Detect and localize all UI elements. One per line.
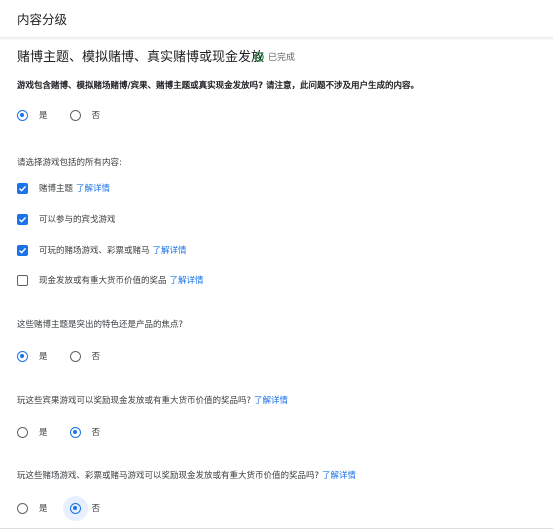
question-5-label: 玩这些赌场游戏、彩票或赌马游戏可以奖励现金发放或有重大货币价值的奖品吗?	[17, 471, 320, 481]
question-5-radio-group: 是 否	[17, 495, 122, 521]
learn-more-link[interactable]: 了解详情	[153, 244, 187, 256]
page-header: 内容分级	[0, 0, 553, 38]
q3-option-yes-label: 是	[39, 352, 48, 362]
checkbox-bingo[interactable]	[17, 213, 28, 225]
q5-option-yes[interactable]: 是	[17, 502, 48, 514]
q5-option-yes-label: 是	[39, 504, 48, 514]
checkbox-casino-games[interactable]	[17, 244, 28, 256]
q1-radio-no[interactable]	[69, 109, 81, 121]
checkbox-cash-prizes-label: 现金发放或有重大货币价值的奖品	[39, 276, 167, 286]
question-4-radio-group: 是 否	[17, 426, 122, 438]
learn-more-link[interactable]: 了解详情	[170, 274, 204, 286]
q1-option-yes[interactable]: 是	[17, 109, 48, 121]
check-circle-icon	[254, 51, 264, 62]
q4-radio-yes[interactable]	[17, 426, 28, 438]
q5-radio-yes[interactable]	[17, 502, 28, 514]
learn-more-link[interactable]: 了解详情	[76, 182, 110, 194]
q1-radio-yes[interactable]	[17, 109, 28, 121]
q1-option-no[interactable]: 否	[69, 109, 101, 121]
question-1-text: 游戏包含赌博、模拟赌场赌博/宾果、赌博主题或真实现金发放吗? 请注意，此问题不涉…	[17, 81, 419, 91]
q3-radio-yes[interactable]	[17, 350, 28, 362]
focus-halo	[62, 495, 92, 521]
section-title: 赌博主题、模拟赌博、真实赌博或现金发放	[17, 50, 265, 65]
q3-option-no[interactable]: 否	[69, 350, 101, 362]
page-title: 内容分级	[17, 12, 68, 27]
q3-option-no-label: 否	[91, 352, 101, 362]
question-4-text: 玩这些宾果游戏可以奖励现金发放或有重大货币价值的奖品吗? 了解详情	[17, 394, 288, 406]
checkbox-gambling-themes[interactable]	[17, 182, 28, 194]
q3-option-yes[interactable]: 是	[17, 350, 48, 362]
question-2-text: 请选择游戏包括的所有内容:	[17, 158, 122, 168]
q5-option-no[interactable]: 否	[62, 495, 101, 521]
header-shadow	[0, 37, 553, 41]
q1-option-no-label: 否	[91, 111, 101, 121]
q4-option-no-label: 否	[91, 428, 101, 438]
checkbox-item-bingo[interactable]: 可以参与的宾戈游戏	[17, 213, 116, 225]
q1-option-yes-label: 是	[39, 111, 48, 121]
q4-option-yes-label: 是	[39, 428, 48, 438]
question-3-text: 这些赌博主题是突出的特色还是产品的焦点?	[17, 320, 184, 330]
learn-more-link[interactable]: 了解详情	[322, 471, 356, 481]
learn-more-link[interactable]: 了解详情	[254, 396, 288, 406]
q4-option-no[interactable]: 否	[69, 426, 101, 438]
q4-option-yes[interactable]: 是	[17, 426, 48, 438]
question-3-radio-group: 是 否	[17, 350, 122, 362]
q3-radio-no[interactable]	[69, 350, 81, 362]
checkbox-bingo-label: 可以参与的宾戈游戏	[39, 215, 116, 225]
checkbox-item-casino-games[interactable]: 可玩的赌场游戏、彩票或赌马 了解详情	[17, 244, 187, 256]
checkbox-gambling-themes-label: 赌博主题	[39, 184, 74, 194]
status-badge: 已完成	[254, 50, 295, 63]
checkbox-cash-prizes[interactable]	[17, 274, 28, 286]
q5-radio-no[interactable]	[69, 502, 81, 514]
status-label: 已完成	[268, 53, 296, 63]
q4-radio-no[interactable]	[69, 426, 81, 438]
checkbox-item-gambling-themes[interactable]: 赌博主题 了解详情	[17, 182, 110, 194]
q5-option-no-label: 否	[91, 504, 101, 514]
checkbox-casino-games-label: 可玩的赌场游戏、彩票或赌马	[39, 246, 150, 256]
question-1-radio-group: 是 否	[17, 109, 122, 121]
checkbox-item-cash-prizes[interactable]: 现金发放或有重大货币价值的奖品 了解详情	[17, 274, 204, 286]
question-4-label: 玩这些宾果游戏可以奖励现金发放或有重大货币价值的奖品吗?	[17, 396, 252, 406]
question-5-text: 玩这些赌场游戏、彩票或赌马游戏可以奖励现金发放或有重大货币价值的奖品吗? 了解详情	[17, 469, 356, 481]
